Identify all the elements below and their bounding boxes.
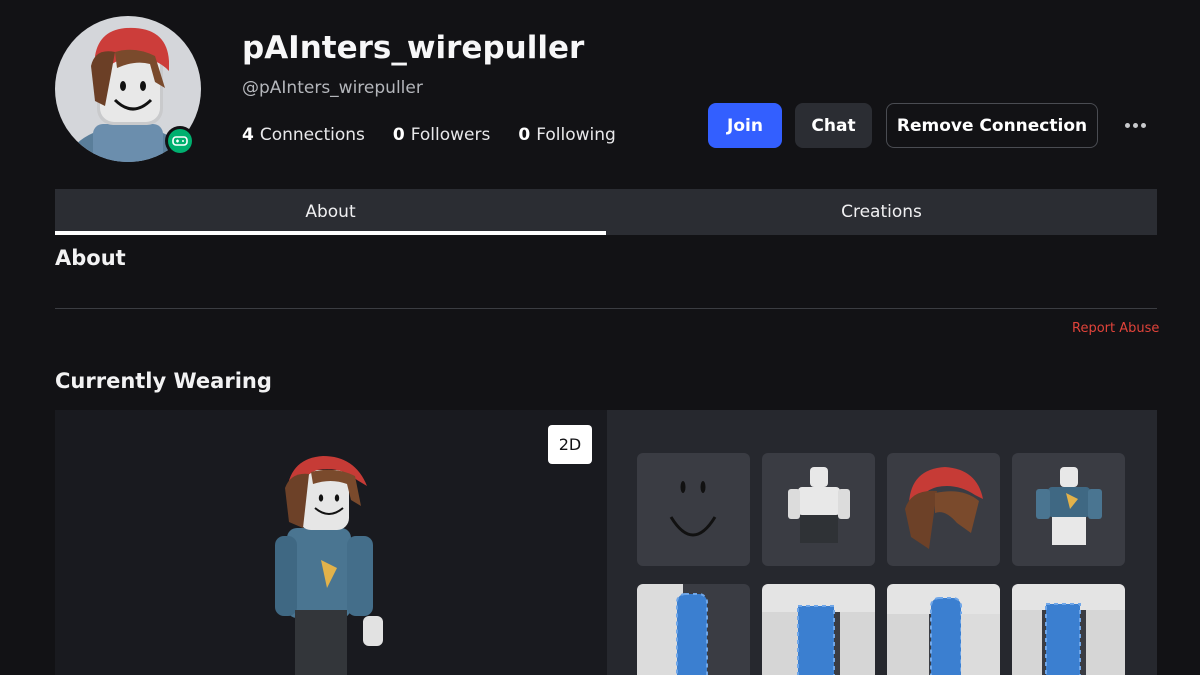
presence-badge (165, 126, 195, 156)
item-torso[interactable] (762, 584, 875, 675)
smile-face-icon (669, 481, 717, 537)
item-face[interactable] (637, 453, 750, 566)
following-stat[interactable]: 0 Following (518, 125, 615, 145)
followers-count: 0 (392, 125, 405, 145)
arm-thumbnail (887, 584, 1000, 675)
item-pizza-sweater[interactable] (1012, 453, 1125, 566)
tab-creations[interactable]: Creations (606, 189, 1157, 235)
connections-label: Connections (259, 125, 365, 145)
following-count: 0 (518, 125, 531, 145)
profile-tabs: About Creations (55, 189, 1157, 235)
section-divider (55, 308, 1157, 309)
remove-connection-button[interactable]: Remove Connection (886, 103, 1098, 148)
connections-stat[interactable]: 4 Connections (242, 125, 365, 145)
hair-accessory-thumbnail (905, 467, 983, 549)
avatar-3d-viewer[interactable]: 2D (55, 410, 607, 675)
profile-avatar[interactable] (55, 16, 201, 162)
profile-stats: 4 Connections 0 Followers 0 Following (242, 125, 616, 145)
avatar-full-body (275, 456, 383, 675)
following-label: Following (536, 125, 616, 145)
item-legs[interactable] (1012, 584, 1125, 675)
about-heading: About (55, 246, 126, 270)
item-pants-outfit[interactable] (762, 453, 875, 566)
join-button[interactable]: Join (708, 103, 782, 148)
legs-thumbnail (1012, 584, 1125, 675)
arm-thumbnail (637, 584, 708, 675)
report-abuse-link[interactable]: Report Abuse (1072, 321, 1159, 336)
gamepad-icon (168, 129, 192, 153)
connections-count: 4 (242, 125, 254, 145)
wearing-items-panel (607, 410, 1157, 675)
more-options-icon[interactable] (1120, 114, 1150, 136)
sweater-outfit-thumbnail (1036, 467, 1102, 545)
item-left-arm[interactable] (637, 584, 750, 675)
followers-stat[interactable]: 0 Followers (393, 125, 490, 145)
item-right-arm[interactable] (887, 584, 1000, 675)
item-red-beanie-hair[interactable] (887, 453, 1000, 566)
pants-outfit-thumbnail (788, 467, 850, 543)
display-name: pAInters_wirepuller (242, 30, 585, 66)
chat-button[interactable]: Chat (795, 103, 872, 148)
followers-label: Followers (410, 125, 491, 145)
username: @pAInters_wirepuller (242, 78, 423, 98)
torso-thumbnail (762, 584, 875, 675)
tab-about[interactable]: About (55, 189, 606, 235)
currently-wearing-heading: Currently Wearing (55, 369, 272, 393)
